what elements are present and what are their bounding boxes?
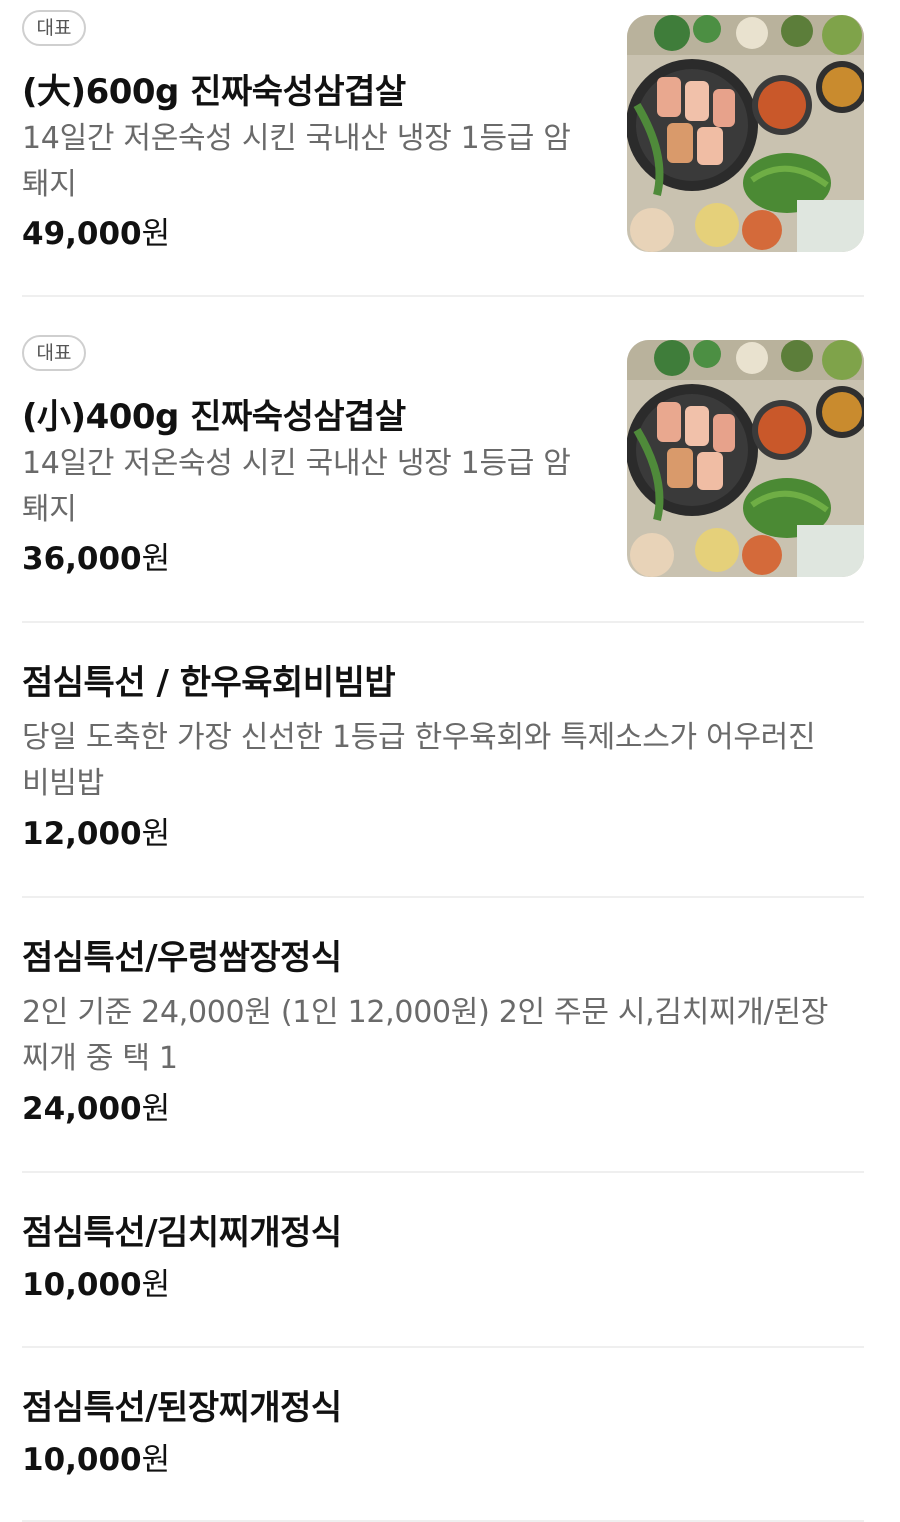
menu-item-price: 10,000원 [22, 1438, 170, 1482]
samgyeopsal-grill-photo-icon [627, 340, 864, 577]
menu-item-price: 24,000원 [22, 1087, 170, 1131]
description-line-1: 당일 도축한 가장 신선한 1등급 한우육회와 특제소스가 어우러진 [22, 720, 816, 755]
menu-item-name: 점심특선/우렁쌈장정식 [22, 938, 342, 978]
menu-item-description: 14일간 저온숙성 시킨 국내산 냉장 1등급 암 퇘지 [22, 116, 592, 208]
description-line-2: 퇘지 [22, 492, 77, 527]
menu-item-description: 2인 기준 24,000원 (1인 12,000원) 2인 주문 시,김치찌개/… [22, 990, 864, 1082]
menu-item-name: 점심특선/김치찌개정식 [22, 1213, 342, 1253]
menu-item-large-pork-belly[interactable]: 대표 (大)600g 진짜숙성삼겹살 14일간 저온숙성 시킨 국내산 냉장 1… [22, 10, 864, 297]
price-unit: 원 [141, 816, 171, 852]
menu-item-snail-ssamjang-set[interactable]: 점심특선/우렁쌈장정식 2인 기준 24,000원 (1인 12,000원) 2… [22, 898, 864, 1173]
price-value: 10,000 [22, 1442, 142, 1478]
menu-item-description: 14일간 저온숙성 시킨 국내산 냉장 1등급 암 퇘지 [22, 441, 592, 533]
price-value: 10,000 [22, 1267, 142, 1303]
menu-item-description: 당일 도축한 가장 신선한 1등급 한우육회와 특제소스가 어우러진 비빔밥 [22, 715, 864, 807]
signature-badge: 대표 [22, 335, 86, 371]
price-unit: 원 [141, 541, 171, 577]
price-value: 24,000 [22, 1091, 142, 1127]
description-line-1: 14일간 저온숙성 시킨 국내산 냉장 1등급 암 [22, 446, 571, 481]
menu-item-price: 49,000원 [22, 212, 170, 256]
samgyeopsal-grill-photo-icon [627, 15, 864, 252]
menu-item-beef-tartare-bibimbap[interactable]: 점심특선 / 한우육회비빔밥 당일 도축한 가장 신선한 1등급 한우육회와 특… [22, 623, 864, 898]
menu-item-price: 12,000원 [22, 812, 170, 856]
food-photo [627, 340, 864, 577]
menu-item-price: 10,000원 [22, 1263, 170, 1307]
price-value: 36,000 [22, 541, 142, 577]
price-unit: 원 [141, 1442, 171, 1478]
description-line-2: 찌개 중 택 1 [22, 1041, 178, 1076]
description-line-1: 2인 기준 24,000원 (1인 12,000원) 2인 주문 시,김치찌개/… [22, 995, 829, 1030]
price-value: 12,000 [22, 816, 142, 852]
price-unit: 원 [141, 216, 171, 252]
food-photo [627, 15, 864, 252]
menu-item-name: (大)600g 진짜숙성삼겹살 [22, 72, 406, 112]
menu-item-kimchi-stew-set[interactable]: 점심특선/김치찌개정식 10,000원 [22, 1173, 864, 1348]
description-line-1: 14일간 저온숙성 시킨 국내산 냉장 1등급 암 [22, 121, 571, 156]
menu-item-name: 점심특선 / 한우육회비빔밥 [22, 663, 396, 703]
description-line-2: 비빔밥 [22, 766, 104, 801]
menu-list: 대표 (大)600g 진짜숙성삼겹살 14일간 저온숙성 시킨 국내산 냉장 1… [0, 0, 900, 1522]
description-line-2: 퇘지 [22, 167, 77, 202]
menu-item-name: (小)400g 진짜숙성삼겹살 [22, 397, 406, 437]
menu-item-soybean-stew-set[interactable]: 점심특선/된장찌개정식 10,000원 [22, 1348, 864, 1522]
signature-badge: 대표 [22, 10, 86, 46]
price-value: 49,000 [22, 216, 142, 252]
price-unit: 원 [141, 1091, 171, 1127]
menu-item-name: 점심특선/된장찌개정식 [22, 1388, 342, 1428]
menu-item-small-pork-belly[interactable]: 대표 (小)400g 진짜숙성삼겹살 14일간 저온숙성 시킨 국내산 냉장 1… [22, 335, 864, 623]
menu-item-price: 36,000원 [22, 537, 170, 581]
price-unit: 원 [141, 1267, 171, 1303]
